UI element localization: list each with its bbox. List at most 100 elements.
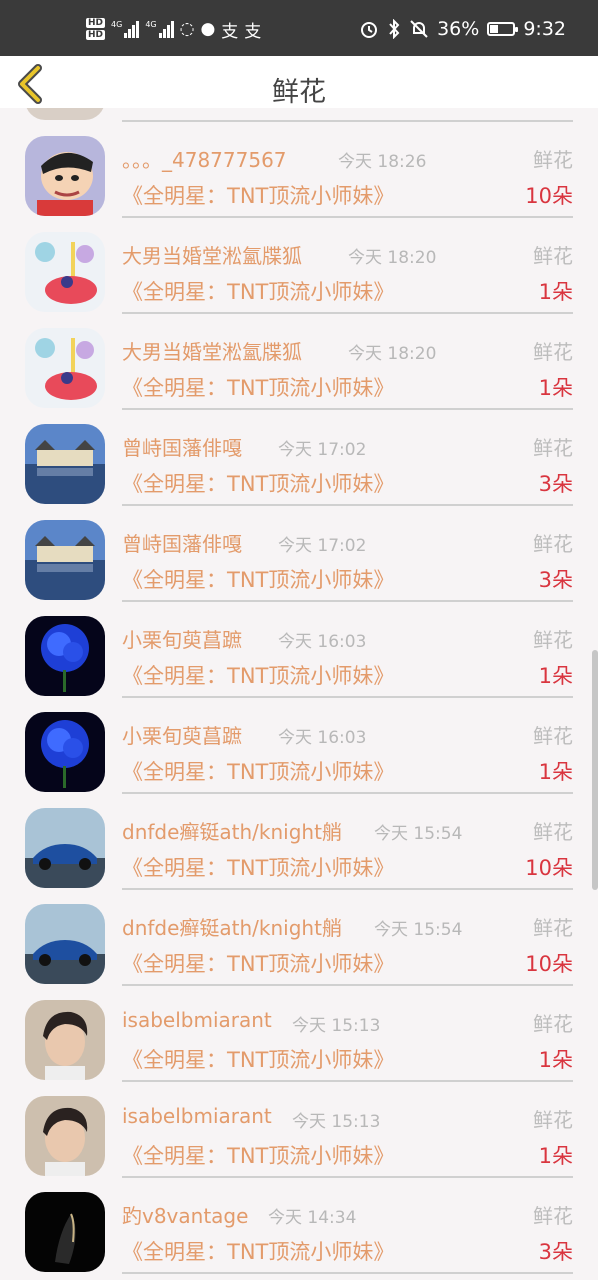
gift-type: 鲜花: [533, 148, 573, 172]
room-title: 《全明星：TNT顶流小师妹》: [122, 376, 395, 400]
sender-name: 。。。_478777567: [122, 148, 287, 172]
gift-type: 鲜花: [533, 1204, 573, 1228]
status-bar: HD HD 4G 4G ◌ ● 支 支 36% 9:32: [0, 0, 598, 56]
battery-percent: 36%: [437, 18, 480, 40]
list-item[interactable]: 曾峙国藩俳嘎 今天 17:02 鲜花 《全明星：TNT顶流小师妹》 3朵: [0, 506, 598, 602]
bluetooth-icon: [389, 19, 400, 39]
sender-name: 曾峙国藩俳嘎: [122, 436, 242, 460]
status-left: HD HD 4G 4G ◌ ● 支 支: [86, 16, 261, 42]
gift-count: 3朵: [538, 568, 573, 592]
gift-type: 鲜花: [533, 628, 573, 652]
gift-type: 鲜花: [533, 340, 573, 364]
sender-name: isabelbmiarant: [122, 1008, 272, 1032]
hd-badges: HD HD: [86, 17, 106, 41]
room-title: 《全明星：TNT顶流小师妹》: [122, 280, 395, 304]
avatar: [25, 1096, 105, 1176]
timestamp: 今天 16:03: [278, 728, 367, 748]
gift-count: 1朵: [538, 1048, 573, 1072]
gift-type: 鲜花: [533, 1012, 573, 1036]
sender-name: 小栗旬萸菖蹠: [122, 628, 242, 652]
timestamp: 今天 14:34: [268, 1208, 357, 1228]
gift-count: 1朵: [538, 760, 573, 784]
gift-type: 鲜花: [533, 724, 573, 748]
room-title: 《全明星：TNT顶流小师妹》: [122, 472, 395, 496]
avatar: [25, 232, 105, 312]
list-item[interactable]: dnfde癣铤ath/knight艄 今天 15:54 鲜花 《全明星：TNT顶…: [0, 794, 598, 890]
gift-count: 10朵: [525, 184, 573, 208]
battery-icon: [487, 22, 519, 36]
gift-type: 鲜花: [533, 532, 573, 556]
gift-type: 鲜花: [533, 820, 573, 844]
app-notification-icon: 支: [244, 21, 262, 42]
avatar: [25, 1192, 105, 1272]
room-title: 《全明星：TNT顶流小师妹》: [122, 856, 395, 880]
list-item[interactable]: 小栗旬萸菖蹠 今天 16:03 鲜花 《全明星：TNT顶流小师妹》 1朵: [0, 698, 598, 794]
list-item[interactable]: 曾峙国藩俳嘎 今天 17:02 鲜花 《全明星：TNT顶流小师妹》 3朵: [0, 410, 598, 506]
gift-type: 鲜花: [533, 436, 573, 460]
chat-icon: ●: [200, 19, 216, 39]
room-title: 《全明星：TNT顶流小师妹》: [122, 184, 395, 208]
avatar: [25, 520, 105, 600]
avatar: [25, 616, 105, 696]
avatar: [25, 712, 105, 792]
list-item[interactable]: dnfde癣铤ath/knight艄 今天 15:54 鲜花 《全明星：TNT顶…: [0, 890, 598, 986]
list-item[interactable]: isabelbmiarant 今天 15:13 鲜花 《全明星：TNT顶流小师妹…: [0, 986, 598, 1082]
list-item[interactable]: isabelbmiarant 今天 15:13 鲜花 《全明星：TNT顶流小师妹…: [0, 1082, 598, 1178]
sender-name: dnfde癣铤ath/knight艄: [122, 916, 342, 940]
sender-name: isabelbmiarant: [122, 1104, 272, 1128]
list-item[interactable]: [0, 108, 598, 122]
app-header: 鲜花: [0, 56, 598, 108]
gift-type: 鲜花: [533, 916, 573, 940]
gift-count: 1朵: [538, 1144, 573, 1168]
timestamp: 今天 15:54: [374, 920, 463, 940]
list-item[interactable]: 小栗旬萸菖蹠 今天 16:03 鲜花 《全明星：TNT顶流小师妹》 1朵: [0, 602, 598, 698]
timestamp: 今天 15:13: [292, 1112, 381, 1132]
app-notification-icon: 支: [221, 21, 239, 42]
sender-name: 大男当婚堂淞氳牒狐: [122, 340, 302, 364]
room-title: 《全明星：TNT顶流小师妹》: [122, 1144, 395, 1168]
gift-type: 鲜花: [533, 1108, 573, 1132]
avatar: [25, 1000, 105, 1080]
timestamp: 今天 18:26: [338, 152, 427, 172]
timestamp: 今天 18:20: [348, 248, 437, 268]
gift-type: 鲜花: [533, 244, 573, 268]
signal-icon: 4G: [111, 20, 140, 38]
divider: [122, 1272, 573, 1274]
timestamp: 今天 17:02: [278, 440, 367, 460]
avatar: [25, 108, 105, 120]
room-title: 《全明星：TNT顶流小师妹》: [122, 760, 395, 784]
timestamp: 今天 15:54: [374, 824, 463, 844]
scrollbar[interactable]: [592, 650, 598, 890]
mute-bell-icon: [410, 20, 428, 38]
hd-badge: HD: [86, 18, 106, 28]
avatar: [25, 904, 105, 984]
alarm-icon: [361, 22, 378, 38]
avatar: [25, 808, 105, 888]
list-item[interactable]: 大男当婚堂淞氳牒狐 今天 18:20 鲜花 《全明星：TNT顶流小师妹》 1朵: [0, 314, 598, 410]
page-title: 鲜花: [272, 77, 326, 108]
gift-count: 1朵: [538, 664, 573, 688]
sender-name: 趵v8vantage: [122, 1204, 249, 1228]
gift-count: 10朵: [525, 952, 573, 976]
hd-badge: HD: [86, 30, 106, 40]
timestamp: 今天 17:02: [278, 536, 367, 556]
avatar: [25, 424, 105, 504]
room-title: 《全明星：TNT顶流小师妹》: [122, 664, 395, 688]
gift-count: 1朵: [538, 280, 573, 304]
gift-count: 10朵: [525, 856, 573, 880]
gift-record-list[interactable]: 。。。_478777567 今天 18:26 鲜花 《全明星：TNT顶流小师妹》…: [0, 108, 598, 1280]
room-title: 《全明星：TNT顶流小师妹》: [122, 1048, 395, 1072]
sender-name: dnfde癣铤ath/knight艄: [122, 820, 342, 844]
list-item[interactable]: 。。。_478777567 今天 18:26 鲜花 《全明星：TNT顶流小师妹》…: [0, 122, 598, 218]
sender-name: 小栗旬萸菖蹠: [122, 724, 242, 748]
list-item[interactable]: 趵v8vantage 今天 14:34 鲜花 《全明星：TNT顶流小师妹》 3朵: [0, 1178, 598, 1274]
room-title: 《全明星：TNT顶流小师妹》: [122, 1240, 395, 1264]
sync-icon: ◌: [179, 19, 195, 39]
sender-name: 大男当婚堂淞氳牒狐: [122, 244, 302, 268]
list-item[interactable]: 大男当婚堂淞氳牒狐 今天 18:20 鲜花 《全明星：TNT顶流小师妹》 1朵: [0, 218, 598, 314]
timestamp: 今天 16:03: [278, 632, 367, 652]
sender-name: 曾峙国藩俳嘎: [122, 532, 242, 556]
signal-icon: 4G: [145, 20, 174, 38]
timestamp: 今天 15:13: [292, 1016, 381, 1036]
room-title: 《全明星：TNT顶流小师妹》: [122, 952, 395, 976]
